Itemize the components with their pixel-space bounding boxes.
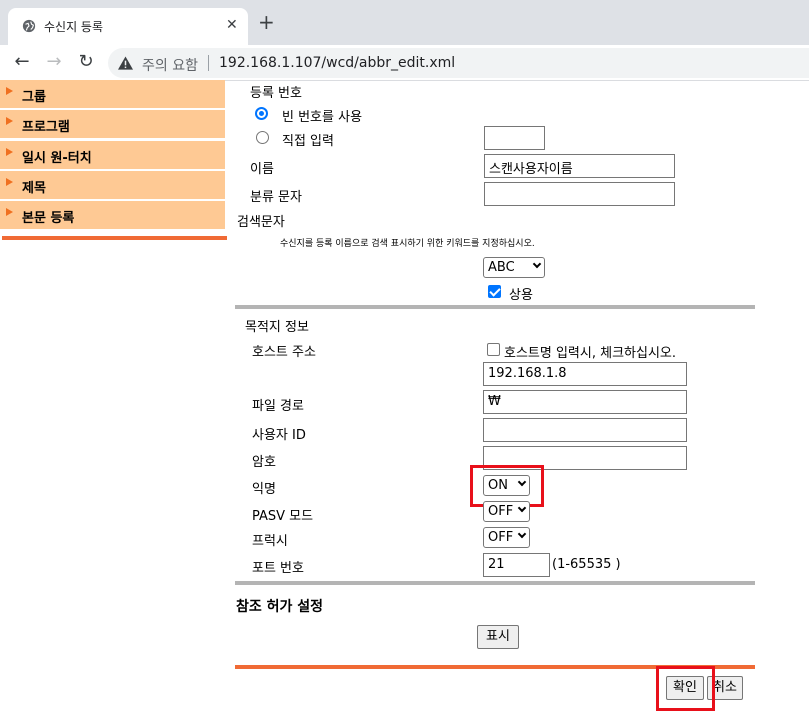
proxy-label: 프럭시	[252, 534, 288, 549]
port-label: 포트 번호	[252, 561, 304, 576]
url-text[interactable]: 192.168.1.107/wcd/abbr_edit.xml	[219, 55, 455, 71]
globe-icon	[22, 19, 36, 33]
radio-empty-label: 빈 번호를 사용	[282, 110, 363, 125]
category-label: 분류 문자	[250, 190, 302, 205]
user-id-label: 사용자 ID	[252, 428, 306, 443]
sidebar-item-label: 본문 등록	[22, 211, 75, 226]
select-value: OFF	[488, 530, 514, 545]
arrow-right-icon	[6, 87, 13, 95]
path-input[interactable]: ₩	[483, 390, 687, 414]
omnibox-divider	[208, 55, 209, 71]
chevron-down-icon	[517, 529, 527, 539]
radio-direct-input[interactable]	[256, 131, 269, 144]
sidebar-item-label: 일시 원-터치	[22, 151, 92, 166]
category-input[interactable]	[484, 182, 675, 206]
user-id-input[interactable]	[483, 418, 687, 442]
tab-strip: 수신지 등록 ✕ +	[0, 0, 809, 45]
highlight-box	[656, 666, 715, 711]
path-label: 파일 경로	[252, 399, 304, 414]
arrow-right-icon	[6, 208, 13, 216]
browser-toolbar: ← → ↻ 주의 요함 192.168.1.107/wcd/abbr_edit.…	[0, 45, 809, 81]
arrow-right-icon	[6, 148, 13, 156]
sidebar-item-label: 제목	[22, 181, 46, 196]
sidebar-item-label: 프로그램	[22, 120, 70, 135]
host-checkbox[interactable]	[487, 343, 500, 356]
sidebar-item-body[interactable]: 본문 등록	[0, 201, 225, 230]
reference-title: 참조 허가 설정	[236, 599, 324, 615]
sidebar-item-program[interactable]: 프로그램	[0, 110, 225, 139]
radio-empty-number[interactable]	[255, 107, 268, 120]
section-divider	[235, 305, 755, 309]
back-button[interactable]: ←	[12, 52, 32, 72]
new-tab-button[interactable]: +	[258, 12, 275, 32]
direct-number-input[interactable]	[484, 126, 545, 150]
sidebar-item-subject[interactable]: 제목	[0, 171, 225, 200]
host-input[interactable]: 192.168.1.8	[483, 362, 687, 386]
address-bar[interactable]: 주의 요함 192.168.1.107/wcd/abbr_edit.xml	[108, 48, 809, 78]
arrow-right-icon	[6, 117, 13, 125]
pasv-select[interactable]: OFF	[483, 501, 530, 522]
chevron-down-icon	[532, 259, 542, 269]
sidebar-item-one-touch[interactable]: 일시 원-터치	[0, 141, 225, 170]
proxy-select[interactable]: OFF	[483, 527, 530, 548]
reg-number-label: 등록 번호	[250, 86, 302, 101]
password-label: 암호	[252, 455, 276, 470]
forward-button[interactable]: →	[44, 52, 64, 72]
chevron-down-icon	[517, 503, 527, 513]
port-input[interactable]: 21	[483, 553, 550, 577]
name-label: 이름	[250, 162, 274, 177]
section-divider	[235, 581, 755, 585]
tab-title: 수신지 등록	[44, 20, 104, 34]
frequent-label: 상용	[509, 288, 533, 303]
frequent-checkbox[interactable]	[488, 285, 501, 298]
select-value: OFF	[488, 504, 514, 519]
destination-title: 목적지 정보	[245, 320, 309, 335]
radio-direct-label: 직접 입력	[282, 134, 334, 149]
sidebar-divider	[2, 236, 227, 240]
sidebar-item-group[interactable]: 그룹	[0, 80, 225, 109]
name-input[interactable]: 스캔사용자이름	[484, 154, 675, 178]
security-warning-text[interactable]: 주의 요함	[142, 55, 198, 75]
host-check-label: 호스트명 입력시, 체크하십시오.	[504, 346, 677, 361]
warning-icon[interactable]	[118, 56, 133, 70]
host-label: 호스트 주소	[252, 345, 316, 360]
search-label: 검색문자	[237, 215, 285, 230]
sidebar-item-label: 그룹	[22, 90, 46, 105]
search-note: 수신지를 등록 이름으로 검색 표시하기 위한 키워드를 지정하십시오.	[280, 239, 535, 249]
select-value: ABC	[488, 260, 515, 275]
reload-button[interactable]: ↻	[76, 52, 96, 72]
show-button[interactable]: 표시	[477, 625, 519, 649]
pasv-label: PASV 모드	[252, 509, 314, 524]
anonymous-label: 익명	[252, 482, 276, 497]
port-range-text: (1-65535 )	[552, 557, 621, 572]
close-tab-icon[interactable]: ✕	[226, 17, 238, 33]
search-char-select[interactable]: ABC	[483, 257, 545, 278]
arrow-right-icon	[6, 178, 13, 186]
browser-tab[interactable]: 수신지 등록 ✕	[8, 8, 248, 45]
